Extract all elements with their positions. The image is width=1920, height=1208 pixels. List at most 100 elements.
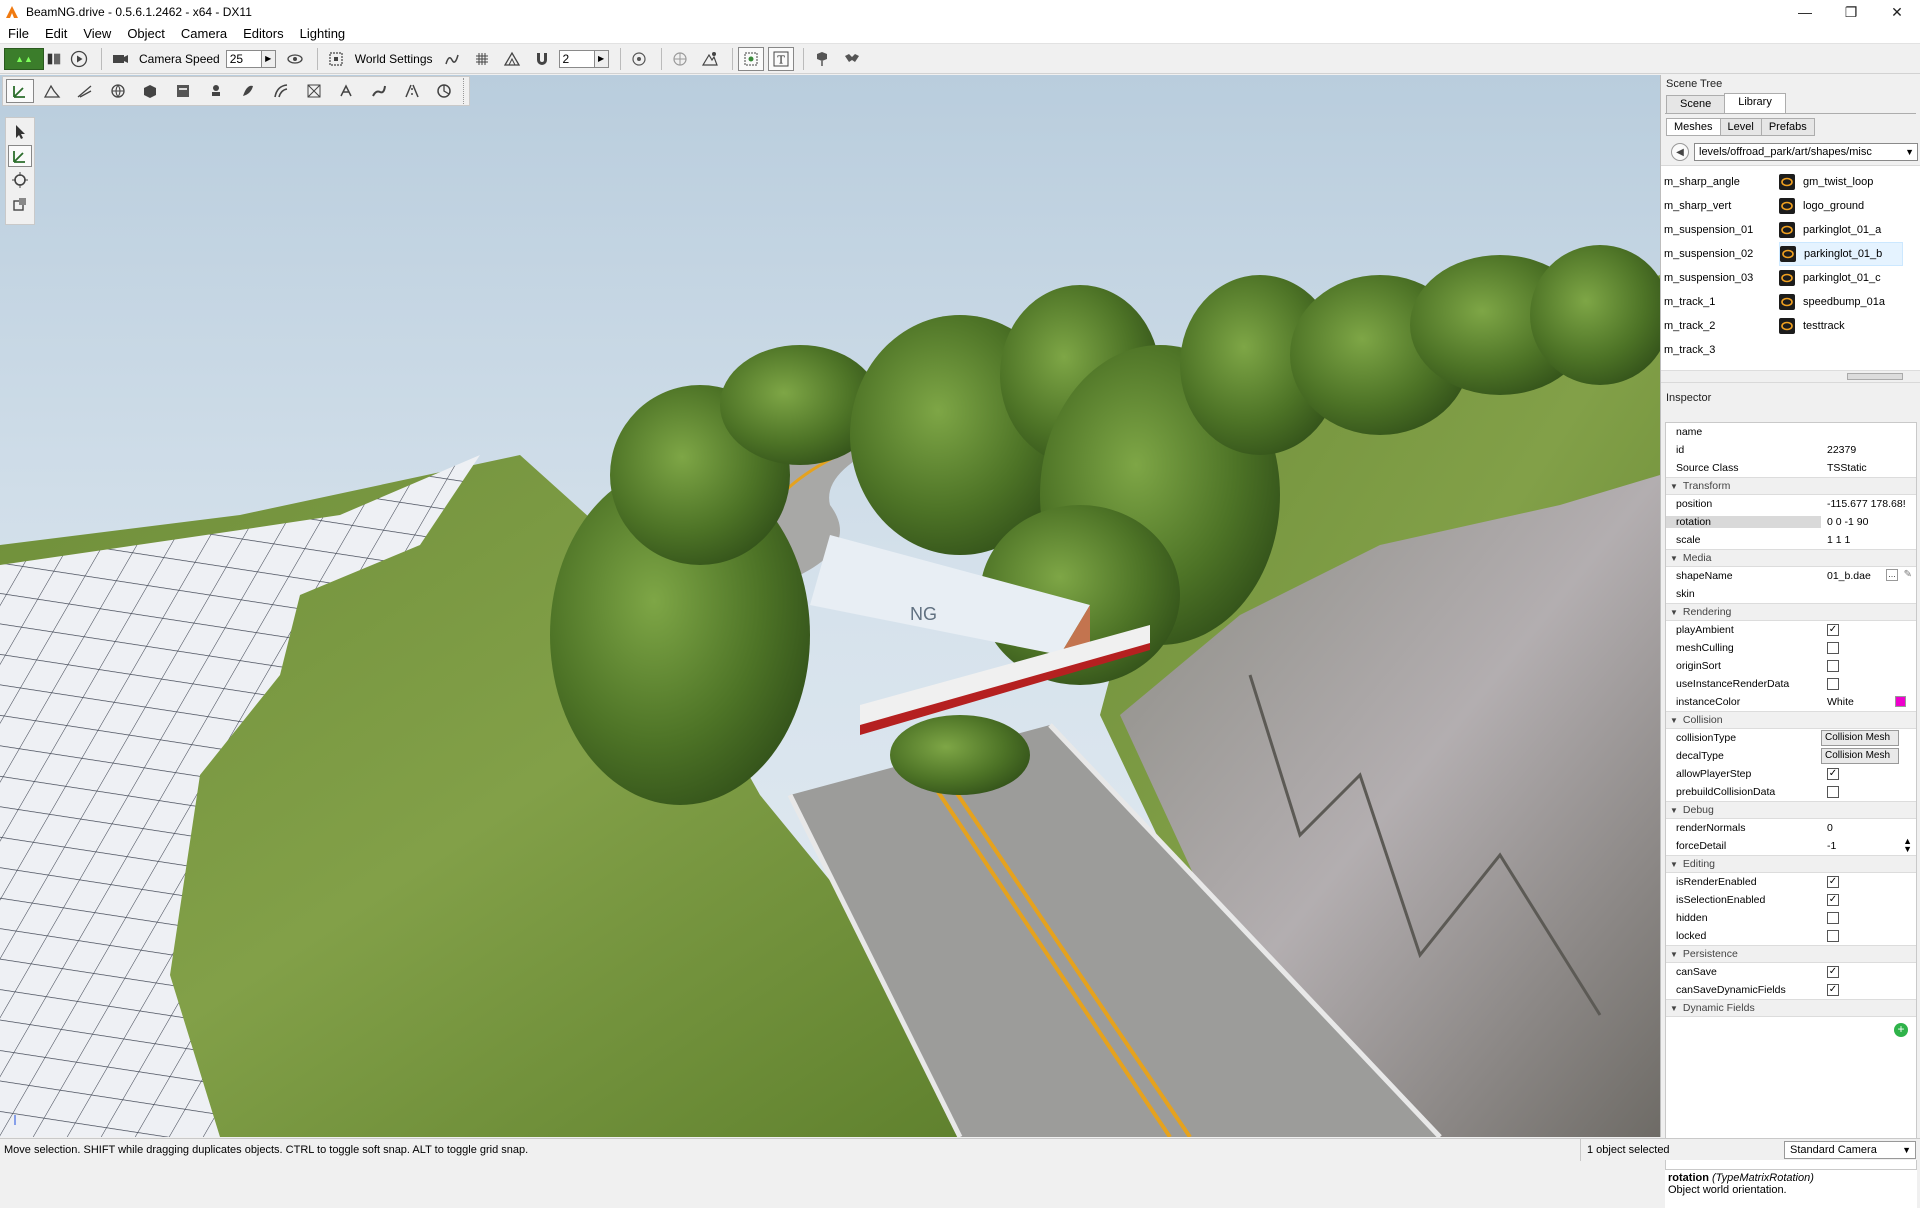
particle-editor-icon[interactable] [332, 79, 360, 103]
drop-at-camera-icon[interactable] [839, 47, 865, 71]
toolbar-grip[interactable] [463, 78, 469, 104]
list-item[interactable]: speedbump_01a [1779, 290, 1903, 314]
checkbox[interactable]: ✓ [1827, 894, 1839, 906]
list-item[interactable]: logo_ground [1779, 194, 1903, 218]
checkbox[interactable]: ✓ [1827, 624, 1839, 636]
group-collision[interactable]: ▼ Collision [1666, 711, 1916, 729]
subtab-meshes[interactable]: Meshes [1666, 118, 1721, 136]
camera-speed-input[interactable] [225, 49, 262, 68]
river-editor-icon[interactable] [365, 79, 393, 103]
bounds-snap-icon[interactable] [499, 47, 525, 71]
list-item[interactable]: parkinglot_01_c [1779, 266, 1903, 290]
object-editor-icon[interactable] [6, 79, 34, 103]
group-editing[interactable]: ▼ Editing [1666, 855, 1916, 873]
palette-toggle-icon[interactable] [46, 47, 62, 71]
visibility-eye-icon[interactable] [282, 47, 308, 71]
menu-view[interactable]: View [75, 26, 119, 41]
forest-editor-icon[interactable] [235, 79, 263, 103]
list-item-selected[interactable]: parkinglot_01_b [1779, 242, 1904, 266]
terrain-measure-icon[interactable] [697, 47, 723, 71]
road-editor-icon[interactable] [398, 79, 426, 103]
camera-mode-dropdown[interactable]: Standard Camera ▼ [1784, 1140, 1916, 1159]
camera-speed-arrow-icon[interactable]: ▶ [261, 49, 276, 68]
rotate-gizmo-icon[interactable] [8, 169, 32, 191]
back-arrow-icon[interactable]: ◀ [1671, 143, 1689, 161]
list-item[interactable]: parkinglot_01_a [1779, 218, 1903, 242]
scrollbar-thumb[interactable] [1847, 373, 1903, 380]
group-transform[interactable]: ▼ Transform [1666, 477, 1916, 495]
list-item[interactable]: m_suspension_02 [1664, 242, 1753, 266]
tab-scene[interactable]: Scene [1666, 95, 1726, 113]
object-center-icon[interactable] [626, 47, 652, 71]
list-item[interactable]: m_sharp_angle [1664, 170, 1753, 194]
3d-viewport[interactable]: NG [0, 75, 1660, 1137]
property-value-input[interactable]: -115.677 178.68! [1821, 498, 1916, 510]
mesh-list-scrollbar[interactable] [1661, 370, 1920, 382]
list-item[interactable]: m_suspension_03 [1664, 266, 1753, 290]
checkbox[interactable]: ✓ [1827, 876, 1839, 888]
magnet-icon[interactable] [529, 47, 555, 71]
navmesh-editor-icon[interactable] [300, 79, 328, 103]
select-arrow-icon[interactable] [8, 121, 32, 143]
checkbox[interactable]: ✓ [1827, 984, 1839, 996]
list-item[interactable]: m_suspension_01 [1664, 218, 1753, 242]
group-dynamic-fields[interactable]: ▼ Dynamic Fields [1666, 999, 1916, 1017]
list-item[interactable]: m_track_1 [1664, 290, 1753, 314]
checkbox[interactable]: ✓ [1827, 768, 1839, 780]
menu-edit[interactable]: Edit [37, 26, 75, 41]
color-swatch[interactable] [1895, 696, 1906, 707]
property-value-input[interactable]: 0 [1821, 822, 1916, 834]
property-value-input[interactable]: -1 [1821, 840, 1916, 852]
mesh-road-editor-icon[interactable] [267, 79, 295, 103]
scale-gizmo-icon[interactable] [8, 193, 32, 215]
subtab-prefabs[interactable]: Prefabs [1760, 118, 1815, 136]
drop-object-icon[interactable] [809, 47, 835, 71]
terrain-editor-icon[interactable] [39, 79, 67, 103]
property-value-input[interactable]: 0 0 -1 90 [1821, 516, 1916, 528]
library-path-select[interactable]: levels/offroad_park/art/shapes/misc ▼ [1694, 143, 1918, 161]
sketch-tool-icon[interactable] [137, 79, 165, 103]
terrain-painter-icon[interactable] [71, 79, 99, 103]
browse-file-icon[interactable]: … [1886, 569, 1898, 581]
shape-editor-icon[interactable] [430, 79, 458, 103]
checkbox[interactable]: ✓ [1827, 966, 1839, 978]
checkbox[interactable] [1827, 660, 1839, 672]
menu-editors[interactable]: Editors [235, 26, 291, 41]
material-editor-icon[interactable] [104, 79, 132, 103]
datablock-editor-icon[interactable] [169, 79, 197, 103]
editor-mode-icon[interactable]: ▲▲ [4, 47, 44, 70]
property-value-input[interactable]: 01_b.dae [1821, 570, 1916, 582]
decal-editor-icon[interactable] [202, 79, 230, 103]
tab-library[interactable]: Library [1724, 93, 1786, 113]
checkbox[interactable] [1827, 786, 1839, 798]
list-item[interactable]: gm_twist_loop [1779, 170, 1903, 194]
list-item[interactable]: m_sharp_vert [1664, 194, 1753, 218]
collision-type-dropdown[interactable]: Collision Mesh [1821, 730, 1899, 746]
group-rendering[interactable]: ▼ Rendering [1666, 603, 1916, 621]
close-button[interactable]: ✕ [1874, 0, 1920, 24]
group-media[interactable]: ▼ Media [1666, 549, 1916, 567]
decal-type-dropdown[interactable]: Collision Mesh [1821, 748, 1899, 764]
minimize-button[interactable]: — [1782, 0, 1828, 24]
menu-file[interactable]: File [0, 26, 37, 41]
checkbox[interactable] [1827, 642, 1839, 654]
play-game-icon[interactable] [66, 47, 92, 71]
world-transform-icon[interactable] [667, 47, 693, 71]
menu-camera[interactable]: Camera [173, 26, 235, 41]
subtab-level[interactable]: Level [1719, 118, 1762, 136]
grid-snap-icon[interactable] [469, 47, 495, 71]
checkbox[interactable] [1827, 930, 1839, 942]
add-field-icon[interactable]: + [1894, 1023, 1908, 1037]
list-item[interactable]: m_track_2 [1664, 314, 1753, 338]
menu-object[interactable]: Object [119, 26, 173, 41]
checkbox[interactable] [1827, 678, 1839, 690]
world-settings-label[interactable]: World Settings [355, 52, 433, 66]
edit-shape-icon[interactable]: ✎ [1904, 569, 1912, 580]
move-gizmo-icon[interactable] [8, 145, 32, 167]
snap-to-terrain-icon[interactable] [439, 47, 465, 71]
fit-view-icon[interactable] [323, 47, 349, 71]
property-value-input[interactable]: 1 1 1 [1821, 534, 1916, 546]
selection-box-icon[interactable] [737, 46, 764, 71]
spinner-arrows-icon[interactable]: ▲ ▼ [1903, 837, 1912, 854]
text-labels-icon[interactable]: T [767, 46, 794, 71]
